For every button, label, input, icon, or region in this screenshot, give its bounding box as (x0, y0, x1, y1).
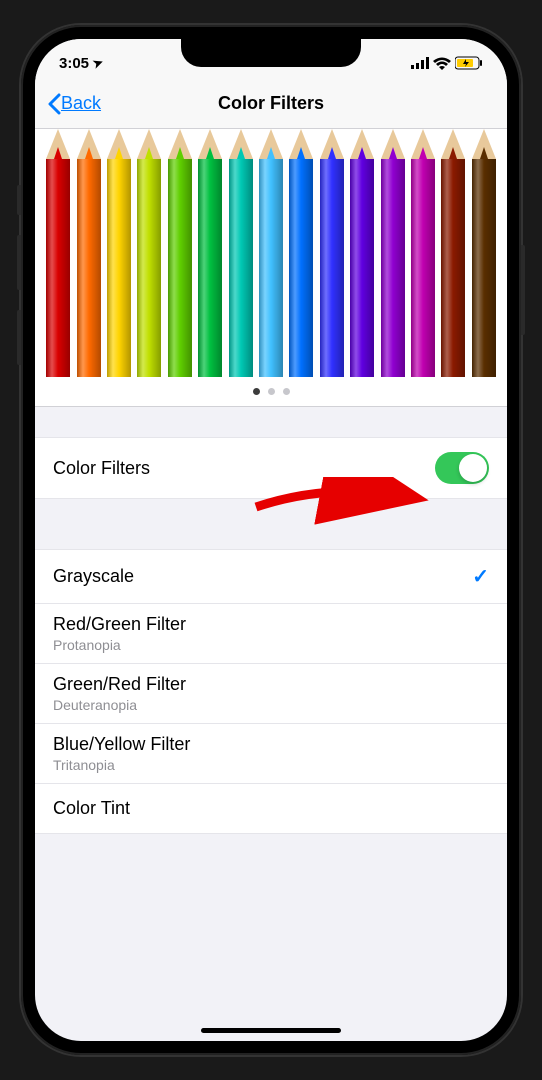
pencil (105, 129, 133, 377)
pencil (348, 129, 376, 377)
filter-subtitle: Protanopia (53, 637, 121, 653)
power-button[interactable] (521, 245, 525, 335)
volume-down-button[interactable] (17, 310, 21, 365)
filter-options-list: Grayscale ✓ Red/Green Filter Protanopia Gree… (35, 549, 507, 834)
filter-option[interactable]: Red/Green Filter Protanopia (35, 604, 507, 664)
mute-switch[interactable] (17, 185, 21, 215)
notch (181, 39, 361, 67)
toggle-label: Color Filters (53, 458, 150, 479)
color-filters-toggle-row[interactable]: Color Filters (35, 437, 507, 499)
pencil (409, 129, 437, 377)
back-button[interactable]: Back (47, 93, 101, 115)
filter-label: Red/Green Filter (53, 614, 186, 635)
status-left: 3:05 ➤ (59, 55, 103, 72)
pencil (226, 129, 254, 377)
status-time: 3:05 (59, 55, 89, 72)
page-dot[interactable] (283, 388, 290, 395)
volume-up-button[interactable] (17, 235, 21, 290)
pencils-preview[interactable] (35, 129, 507, 377)
filter-label: Color Tint (53, 798, 130, 819)
pencil (74, 129, 102, 377)
pencil (287, 129, 315, 377)
filter-option[interactable]: Color Tint (35, 784, 507, 834)
phone-frame: 3:05 ➤ Back Color Filters Color Filters (21, 25, 521, 1055)
filter-subtitle: Tritanopia (53, 757, 115, 773)
pencil (318, 129, 346, 377)
filter-subtitle: Deuteranopia (53, 697, 137, 713)
nav-bar: Back Color Filters (35, 79, 507, 129)
phone-screen: 3:05 ➤ Back Color Filters Color Filters (35, 39, 507, 1041)
location-icon: ➤ (91, 55, 105, 72)
battery-icon (455, 56, 483, 70)
pencil (470, 129, 498, 377)
toggle-knob (459, 454, 487, 482)
page-dot[interactable] (268, 388, 275, 395)
section-spacer (35, 407, 507, 437)
filter-option[interactable]: Blue/Yellow Filter Tritanopia (35, 724, 507, 784)
status-right (411, 56, 483, 70)
filter-option[interactable]: Grayscale ✓ (35, 550, 507, 604)
back-label: Back (61, 93, 101, 114)
page-title: Color Filters (218, 93, 324, 114)
pencil (196, 129, 224, 377)
pencil (44, 129, 72, 377)
page-dot[interactable] (253, 388, 260, 395)
side-buttons-right (521, 245, 525, 335)
wifi-icon (433, 57, 451, 70)
section-spacer (35, 499, 507, 549)
filter-label: Grayscale (53, 566, 134, 587)
pencil (378, 129, 406, 377)
home-indicator[interactable] (201, 1028, 341, 1033)
pencil (166, 129, 194, 377)
chevron-left-icon (47, 93, 61, 115)
page-indicator[interactable] (35, 377, 507, 407)
pencil (439, 129, 467, 377)
checkmark-icon: ✓ (472, 564, 489, 589)
pencil (135, 129, 163, 377)
filter-option[interactable]: Green/Red Filter Deuteranopia (35, 664, 507, 724)
side-buttons-left (17, 185, 21, 385)
color-filters-toggle[interactable] (435, 452, 489, 484)
cellular-icon (411, 57, 429, 69)
filter-label: Blue/Yellow Filter (53, 734, 190, 755)
pencil (257, 129, 285, 377)
filter-label: Green/Red Filter (53, 674, 186, 695)
